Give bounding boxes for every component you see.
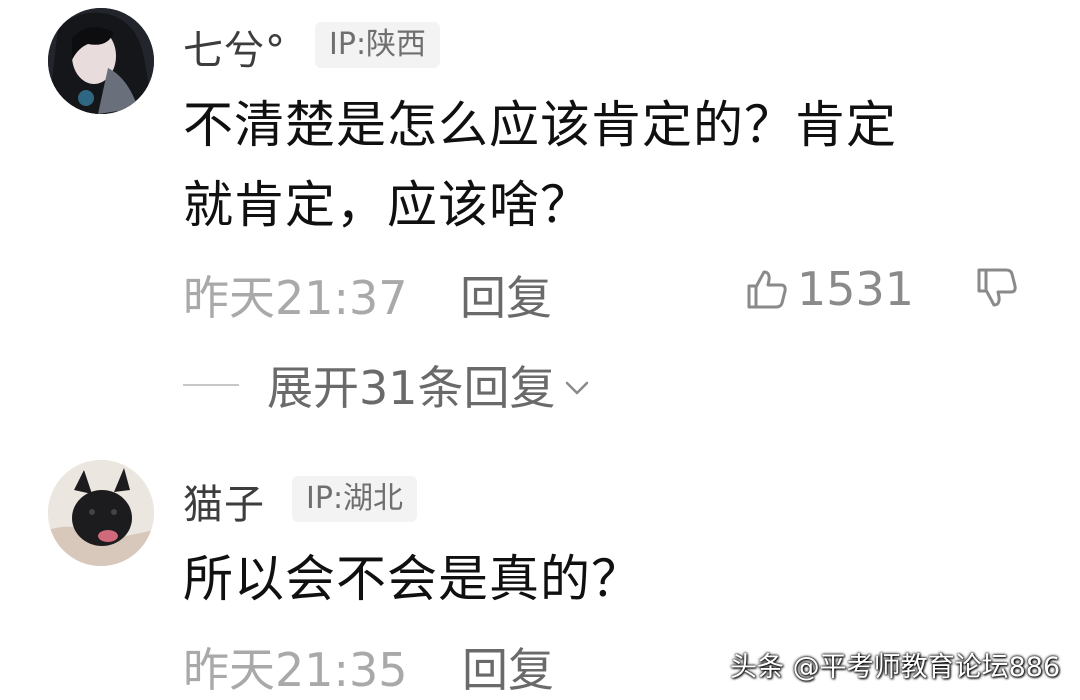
like-count: 1531 [797,262,915,316]
dislike-button[interactable] [975,266,1019,314]
expand-replies-button[interactable]: 展开31条回复 [183,352,592,418]
ip-location-badge: IP:湖北 [292,476,418,522]
chevron-down-icon [565,381,588,395]
username[interactable]: 猫子 [183,472,265,530]
thumbs-down-icon [977,268,1017,307]
thumbs-up-icon [747,270,787,309]
comment-timestamp: 昨天21:35 [183,643,408,697]
avatar[interactable] [48,460,154,566]
expand-replies-label: 展开31条回复 [267,361,556,415]
comment-text-line: 就肯定，应该啥？ [183,176,591,234]
watermark: 头条 @平考师教育论坛886 [730,652,1061,683]
reply-button[interactable]: 回复 [460,262,552,328]
comment-text-line: 所以会不会是真的？ [183,550,642,608]
ip-location-badge: IP:陕西 [315,22,441,68]
reply-button[interactable]: 回复 [462,634,554,700]
comment-timestamp: 昨天21:37 [183,271,408,325]
avatar[interactable] [48,8,154,114]
avatar-image [48,8,154,114]
avatar-image [48,460,154,566]
username[interactable]: 七兮° [183,18,286,76]
divider-line [183,384,239,386]
like-button[interactable]: 1531 [745,262,914,316]
comment-item: 七兮° IP:陕西 不清楚是怎么应该肯定的？肯定 就肯定，应该啥？ 昨天21:3… [0,0,1080,420]
comment-text-line: 不清楚是怎么应该肯定的？肯定 [183,96,897,154]
